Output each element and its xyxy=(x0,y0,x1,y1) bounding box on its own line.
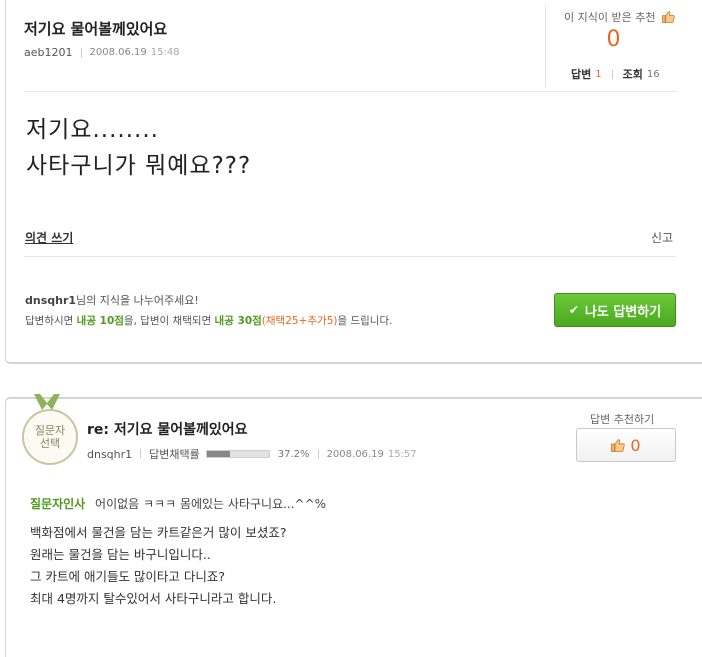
answers-count: 1 xyxy=(595,68,602,80)
ribbon-icon xyxy=(34,394,60,410)
answer-body-line: 최대 4명까지 탈수있어서 사타구니라고 합니다. xyxy=(30,591,277,606)
answers-label: 답변 xyxy=(571,68,592,81)
answer-body-line: 원래는 물건을 담는 바구니입니다.. xyxy=(30,547,211,562)
recommend-label-wrap: 이 지식이 받은 추천 xyxy=(564,9,675,25)
question-date: 2008.06.19 xyxy=(89,47,147,58)
answer-title: re: 저기요 물어볼께있어요 xyxy=(87,422,248,438)
reward-points-answer: 내공 10점 xyxy=(76,315,124,327)
write-opinion-link[interactable]: 의견 쓰기 xyxy=(25,229,73,246)
recommend-count: 0 xyxy=(606,27,621,52)
recommend-panel: 이 지식이 받은 추천 0 답변 1 조회 16 xyxy=(545,5,681,87)
reward-prefix: 답변하시면 xyxy=(25,315,74,327)
answer-body-line: 백화점에서 물건을 담는 카트같은거 많이 보셨죠? xyxy=(30,525,287,540)
question-meta: aeb1201 2008.06.19 15:48 xyxy=(24,46,180,59)
question-stats: 답변 1 조회 16 xyxy=(571,66,660,82)
reward-suffix: 을 드립니다. xyxy=(337,315,393,327)
recommend-label: 이 지식이 받은 추천 xyxy=(564,11,656,24)
question-time: 15:48 xyxy=(150,47,180,58)
thumbs-up-icon xyxy=(662,11,675,23)
question-title: 저기요 물어볼께있어요 xyxy=(24,20,168,38)
write-answer-label: 나도 답변하기 xyxy=(584,304,662,320)
divider xyxy=(611,69,613,79)
answer-author[interactable]: dnsqhr1 xyxy=(87,448,132,461)
question-body-line: 사타구니가 뭐예요??? xyxy=(26,153,252,179)
answer-meta: dnsqhr1 답변채택률 37.2% 2008.06.19 15:57 xyxy=(87,446,417,462)
answer-body-line: 그 카트에 애기들도 많이타고 다니죠? xyxy=(30,569,226,584)
reward-mid: 을, 답변이 채택되면 xyxy=(123,315,212,327)
answer-date: 2008.06.19 xyxy=(326,448,384,460)
check-icon: ✔ xyxy=(568,303,579,317)
report-link[interactable]: 신고 xyxy=(651,229,673,246)
medal-line2: 선택 xyxy=(39,437,61,450)
divider xyxy=(24,256,676,257)
answer-time: 15:57 xyxy=(387,448,417,460)
share-text: 님의 지식을 나누어주세요! xyxy=(76,294,199,307)
thumbs-up-icon xyxy=(611,438,626,452)
thanks-tag: 질문자인사 xyxy=(30,497,86,511)
share-user[interactable]: dnsqhr1 xyxy=(25,294,76,307)
adoption-rate: 37.2% xyxy=(277,448,310,460)
medal-icon: 질문자 선택 xyxy=(22,409,78,465)
adoption-rate-fill xyxy=(206,451,230,457)
medal-line1: 질문자 xyxy=(34,424,66,437)
reward-bonus: (채택25+추가5) xyxy=(261,315,338,327)
share-prompt: dnsqhr1님의 지식을 나누어주세요! xyxy=(25,292,199,308)
divider xyxy=(24,91,676,92)
divider xyxy=(80,47,82,58)
thanks-text: 어이없음 ㅋㅋㅋ 몸에있는 사타구니요...^^% xyxy=(95,497,327,511)
answer-recommend-count: 0 xyxy=(630,435,641,455)
question-author[interactable]: aeb1201 xyxy=(24,46,73,59)
reward-info: 답변하시면 내공 10점을, 답변이 채택되면 내공 30점(채택25+추가5)… xyxy=(25,313,392,328)
question-body: 저기요........ 사타구니가 뭐예요??? xyxy=(26,112,251,184)
questioner-thanks: 질문자인사 어이없음 ㅋㅋㅋ 몸에있는 사타구니요...^^% xyxy=(30,495,326,512)
views-label: 조회 xyxy=(622,68,643,81)
adoption-rate-bar xyxy=(205,450,270,458)
reward-points-adopt: 내공 30점 xyxy=(214,315,262,327)
answer-body: 백화점에서 물건을 담는 카트같은거 많이 보셨죠? 원래는 물건을 담는 바구… xyxy=(30,522,287,610)
question-body-line: 저기요........ xyxy=(26,117,159,143)
answer-recommend-button[interactable]: 0 xyxy=(576,428,676,462)
divider xyxy=(317,449,319,459)
divider xyxy=(140,449,142,459)
answer-recommend-label: 답변 추천하기 xyxy=(590,413,655,426)
adoption-label: 답변채택률 xyxy=(149,448,200,461)
views-count: 16 xyxy=(646,68,660,80)
write-answer-button[interactable]: ✔ 나도 답변하기 xyxy=(554,293,676,327)
